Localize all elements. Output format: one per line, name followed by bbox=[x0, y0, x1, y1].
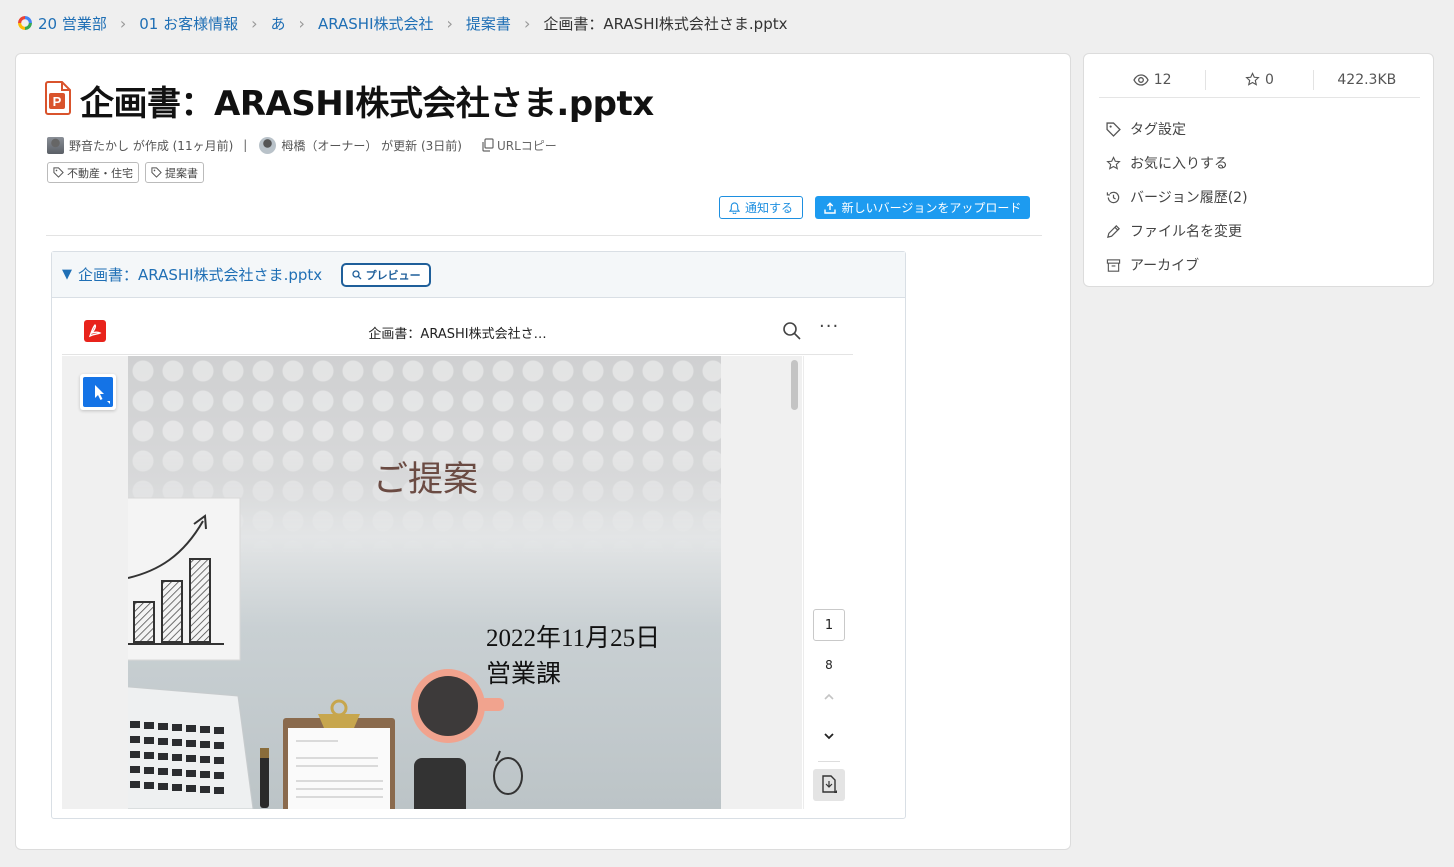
meta-separator: | bbox=[243, 138, 248, 152]
breadcrumb-item-sales[interactable]: 20 営業部 bbox=[38, 13, 107, 34]
tag-real-estate[interactable]: 不動産・住宅 bbox=[47, 162, 139, 183]
chevron-right-icon: › bbox=[446, 13, 453, 33]
collapse-triangle-icon[interactable]: ▼ bbox=[62, 267, 72, 282]
page-fit-icon bbox=[822, 775, 837, 793]
workspace-ring-icon bbox=[18, 16, 32, 30]
upload-label: 新しいバージョンをアップロード bbox=[841, 201, 1022, 215]
tag-label: 提案書 bbox=[165, 166, 198, 180]
powerpoint-file-icon: P bbox=[45, 81, 71, 115]
total-pages: 8 bbox=[825, 658, 833, 672]
menu-item-label: バージョン履歴(2) bbox=[1130, 190, 1248, 206]
chevron-right-icon: › bbox=[298, 13, 305, 33]
chevron-right-icon: › bbox=[251, 13, 258, 33]
menu-item-label: アーカイブ bbox=[1130, 258, 1200, 274]
upload-new-version-button[interactable]: 新しいバージョンをアップロード bbox=[815, 196, 1030, 219]
file-detail-card: P 企画書：ARASHI株式会社さま.pptx 野音たかし が作成 (11ヶ月前… bbox=[15, 53, 1071, 850]
slide-department: 営業課 bbox=[486, 661, 562, 688]
tag-icon bbox=[1106, 121, 1121, 137]
upload-icon bbox=[823, 201, 836, 214]
menu-rename[interactable]: ファイル名を変更 bbox=[1106, 214, 1248, 248]
creator-text: 野音たかし が作成 (11ヶ月前) bbox=[69, 138, 234, 153]
menu-item-label: ファイル名を変更 bbox=[1130, 224, 1242, 240]
updater-avatar bbox=[259, 136, 277, 154]
pencil-icon bbox=[1107, 224, 1120, 238]
chevron-up-icon[interactable] bbox=[821, 689, 837, 705]
breadcrumb-current: 企画書：ARASHI株式会社さま.pptx bbox=[543, 14, 788, 33]
tag-label: 不動産・住宅 bbox=[67, 166, 133, 180]
current-page-input[interactable]: 1 bbox=[813, 609, 845, 641]
view-count-value: 12 bbox=[1153, 71, 1172, 88]
chevron-down-icon[interactable] bbox=[821, 728, 837, 744]
scrollbar-thumb[interactable] bbox=[791, 360, 798, 410]
file-size: 422.3KB bbox=[1314, 72, 1420, 88]
menu-item-label: タグ設定 bbox=[1130, 122, 1186, 138]
tag-proposal[interactable]: 提案書 bbox=[145, 162, 204, 183]
tag-list: 不動産・住宅 提案書 bbox=[47, 162, 204, 183]
chevron-right-icon: › bbox=[119, 13, 127, 33]
history-icon bbox=[1106, 191, 1120, 203]
file-size-value: 422.3KB bbox=[1337, 71, 1397, 88]
search-icon bbox=[351, 269, 362, 279]
star-count: 0 bbox=[1206, 72, 1312, 88]
document-viewer: 企画書：ARASHI株式会社さ… ··· ご提案 2022年11月25日 営業課… bbox=[62, 308, 853, 809]
menu-version-history[interactable]: バージョン履歴(2) bbox=[1106, 180, 1248, 214]
breadcrumb-item-company[interactable]: ARASHI株式会社 bbox=[318, 13, 434, 34]
copy-url-button[interactable]: URLコピー bbox=[481, 137, 557, 154]
copy-url-label: URLコピー bbox=[496, 138, 557, 153]
breadcrumb: 20 営業部 › 01 お客様情報 › あ › ARASHI株式会社 › 提案書… bbox=[18, 12, 787, 34]
eye-icon bbox=[1133, 73, 1149, 86]
breadcrumb-item-a[interactable]: あ bbox=[271, 13, 286, 34]
archive-icon bbox=[1106, 258, 1121, 272]
view-count: 12 bbox=[1099, 72, 1205, 88]
viewer-canvas: ご提案 2022年11月25日 営業課 bbox=[62, 356, 802, 809]
chevron-right-icon: › bbox=[523, 13, 531, 33]
menu-archive[interactable]: アーカイブ bbox=[1106, 248, 1248, 282]
menu-favorite[interactable]: お気に入りする bbox=[1106, 146, 1248, 180]
notify-label: 通知する bbox=[744, 201, 793, 215]
file-meta: 野音たかし が作成 (11ヶ月前) | 栂橋（オーナー） が更新 (3日前) U… bbox=[47, 134, 557, 156]
star-icon bbox=[1106, 155, 1121, 170]
tag-icon bbox=[53, 167, 64, 178]
copy-icon bbox=[482, 138, 494, 152]
preview-file-name: 企画書：ARASHI株式会社さま.pptx bbox=[78, 266, 323, 284]
file-action-menu: タグ設定 お気に入りする バージョン履歴(2) ファイル名を変更 アーカイブ bbox=[1106, 112, 1248, 282]
vertical-scrollbar[interactable] bbox=[789, 360, 799, 809]
slide-date: 2022年11月25日 bbox=[486, 625, 661, 652]
star-icon bbox=[1245, 72, 1260, 86]
breadcrumb-item-proposals[interactable]: 提案書 bbox=[466, 13, 511, 34]
star-count-value: 0 bbox=[1265, 71, 1274, 88]
tag-icon bbox=[151, 167, 162, 178]
cursor-arrow-icon bbox=[95, 385, 110, 404]
bell-icon bbox=[728, 201, 740, 214]
svg-text:P: P bbox=[53, 94, 62, 109]
viewer-document-title: 企画書：ARASHI株式会社さ… bbox=[368, 327, 547, 342]
breadcrumb-item-customer-info[interactable]: 01 お客様情報 bbox=[139, 13, 238, 34]
creator-avatar bbox=[47, 136, 64, 154]
file-info-sidebar: 12 0 422.3KB タグ設定 お気に入りする バージョン履歴(2) ファイ… bbox=[1083, 53, 1434, 287]
notify-button[interactable]: 通知する bbox=[719, 196, 803, 219]
slide-illustration bbox=[128, 497, 523, 809]
updater-text: 栂橋（オーナー） が更新 (3日前) bbox=[281, 138, 462, 153]
menu-item-label: お気に入りする bbox=[1130, 156, 1228, 172]
divider bbox=[46, 235, 1042, 236]
select-tool-button[interactable] bbox=[80, 374, 116, 410]
menu-tag-settings[interactable]: タグ設定 bbox=[1106, 112, 1248, 146]
page-title: 企画書：ARASHI株式会社さま.pptx bbox=[80, 84, 654, 124]
preview-panel: ▼ 企画書：ARASHI株式会社さま.pptx プレビュー 企画書：ARASHI… bbox=[51, 251, 906, 819]
nav-divider bbox=[818, 761, 840, 762]
slide-page: ご提案 2022年11月25日 営業課 bbox=[128, 356, 721, 809]
page-fit-button[interactable] bbox=[813, 769, 845, 801]
search-icon[interactable] bbox=[782, 321, 802, 341]
preview-button-label: プレビュー bbox=[365, 268, 421, 282]
preview-header[interactable]: ▼ 企画書：ARASHI株式会社さま.pptx プレビュー bbox=[52, 252, 905, 298]
slide-title: ご提案 bbox=[373, 460, 479, 500]
page-navigation: 1 8 bbox=[803, 356, 853, 809]
file-stats: 12 0 422.3KB bbox=[1099, 62, 1420, 98]
viewer-toolbar: 企画書：ARASHI株式会社さ… ··· bbox=[62, 308, 853, 355]
more-options-icon[interactable]: ··· bbox=[819, 316, 839, 337]
preview-button[interactable]: プレビュー bbox=[341, 262, 432, 287]
